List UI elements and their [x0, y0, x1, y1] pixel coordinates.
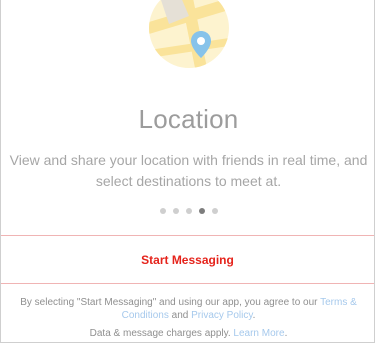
terms-link-continued[interactable]: Conditions [122, 310, 169, 321]
feature-description: View and share your location with friend… [1, 150, 374, 192]
description-line-1: View and share your location with friend… [9, 152, 368, 168]
legal-notice: By selecting "Start Messaging" and using… [1, 296, 374, 322]
page-dot-4-active[interactable] [198, 208, 205, 214]
period-text: . [252, 310, 256, 321]
charges-text: Data & message charges apply. [89, 328, 234, 339]
learn-more-link[interactable]: Learn More [233, 328, 284, 339]
page-dot-3[interactable] [185, 208, 192, 214]
start-messaging-button[interactable]: Start Messaging [1, 235, 374, 284]
page-dot-2[interactable] [172, 208, 179, 214]
legal-line-2: Conditions and Privacy Policy. [1, 309, 374, 322]
page-dot-5[interactable] [211, 208, 218, 214]
legal-line-1: By selecting "Start Messaging" and using… [1, 296, 374, 309]
charges-notice: Data & message charges apply. Learn More… [1, 328, 374, 340]
page-title: Location [138, 104, 239, 134]
charges-period: . [284, 328, 288, 339]
and-text: and [168, 310, 192, 321]
terms-link[interactable]: Terms & [320, 297, 357, 308]
privacy-policy-link[interactable]: Privacy Policy [191, 310, 253, 321]
page-indicator[interactable] [1, 208, 374, 214]
legal-prefix-text: By selecting "Start Messaging" and using… [20, 297, 321, 308]
description-line-2: select destinations to meet at. [95, 173, 282, 189]
page-dot-1[interactable] [159, 208, 166, 214]
onboarding-screen: Location View and share your location wi… [0, 0, 375, 343]
location-map-icon [149, 0, 229, 68]
start-messaging-label: Start Messaging [141, 252, 234, 267]
